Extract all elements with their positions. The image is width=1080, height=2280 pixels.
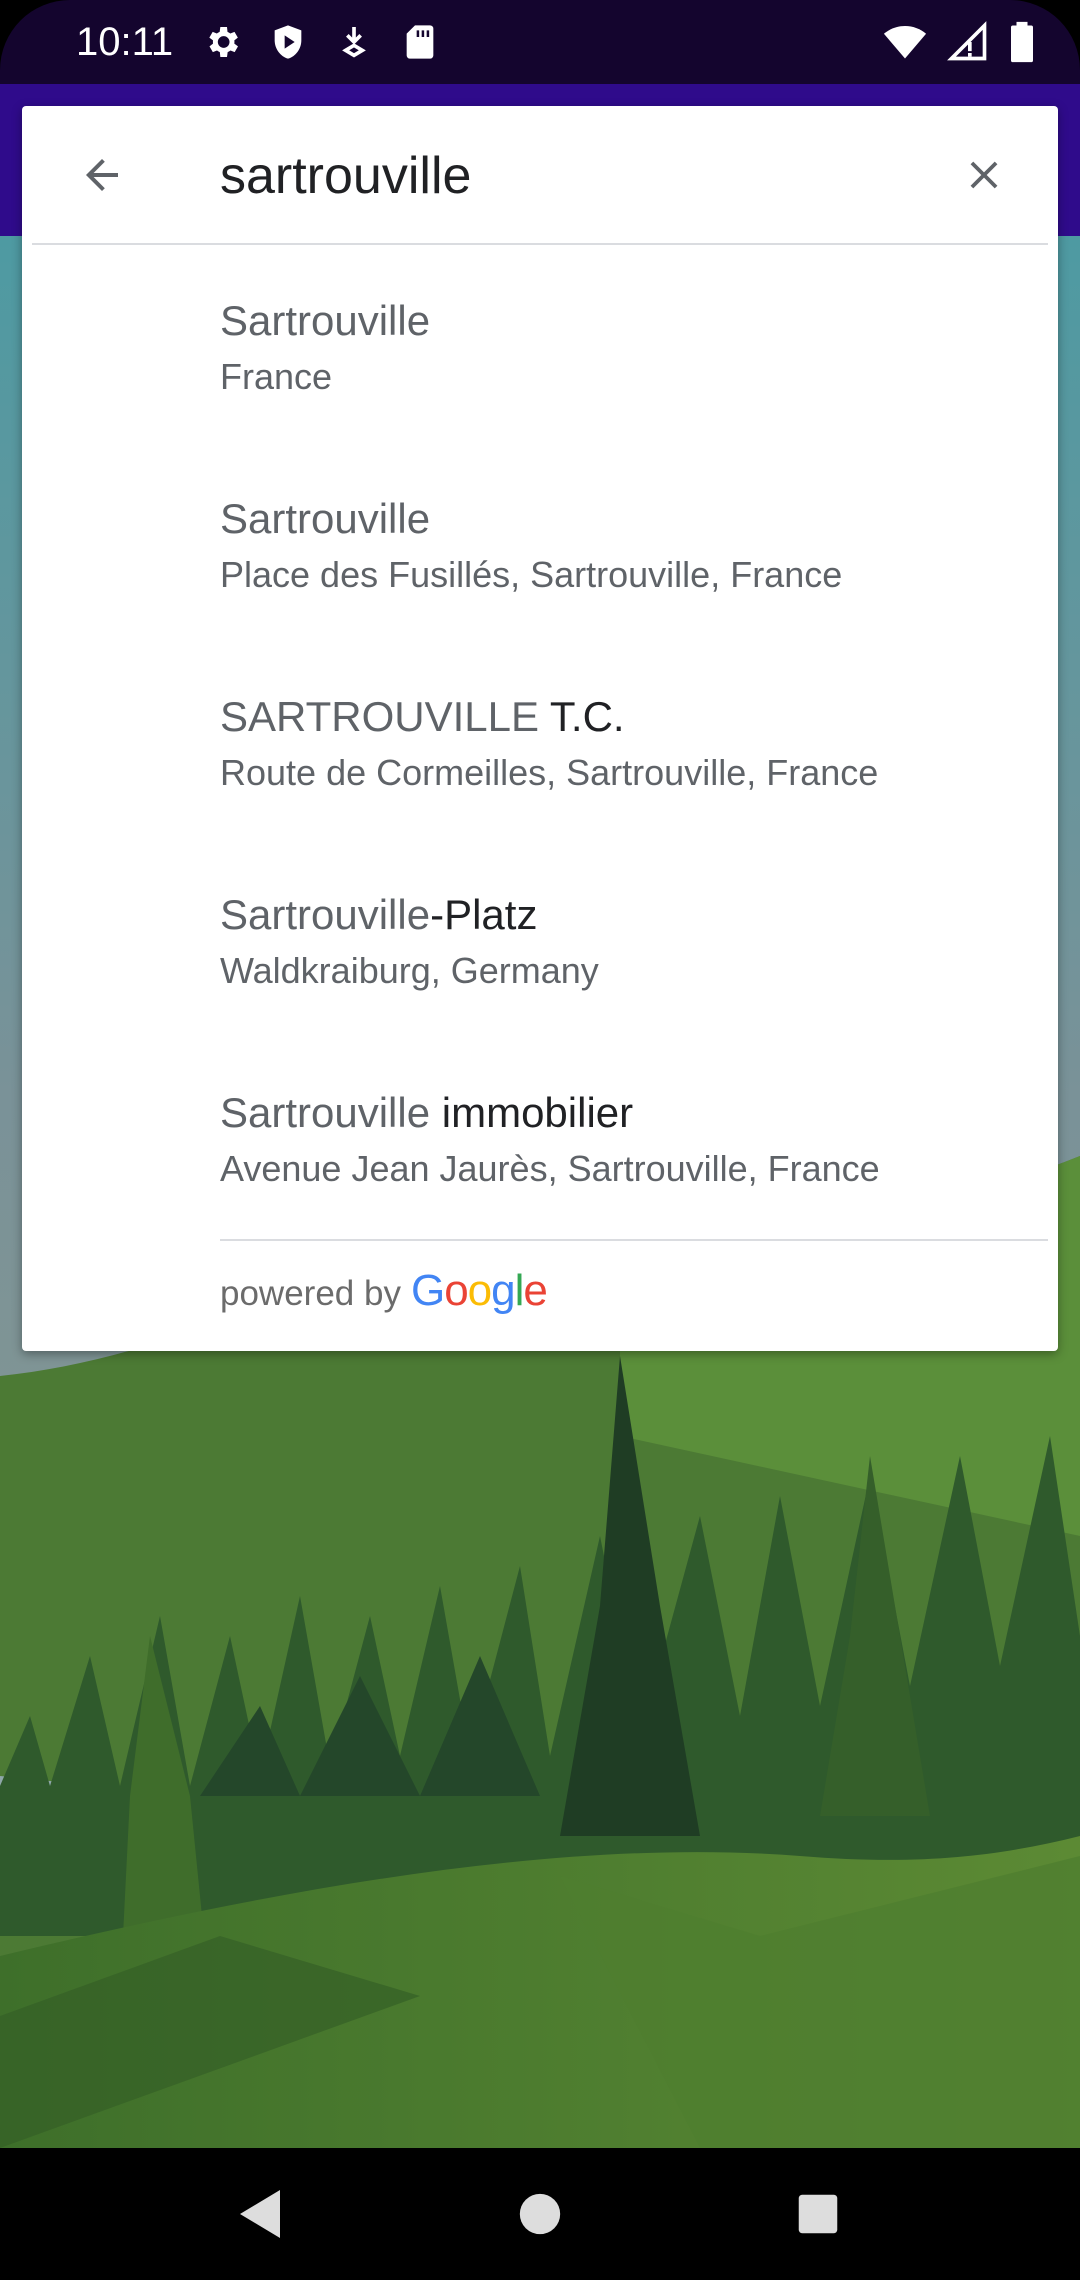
result-title-match: SARTROUVILLE	[220, 693, 539, 740]
result-title: SARTROUVILLE T.C.	[220, 691, 625, 743]
result-item[interactable]: SARTROUVILLE T.C. Route de Cormeilles, S…	[220, 642, 1020, 840]
battery-icon	[1006, 20, 1038, 64]
powered-by-text: powered by	[220, 1274, 401, 1313]
google-logo: Google	[410, 1266, 548, 1316]
result-title-rest: -Platz	[430, 891, 538, 938]
google-logo-letter: g	[491, 1266, 516, 1315]
place-autocomplete-card: Sartrouville France Sartrouville Place d…	[22, 106, 1058, 1351]
google-logo-letter: G	[410, 1266, 445, 1315]
result-subtitle: Route de Cormeilles, Sartrouville, Franc…	[220, 752, 879, 793]
sd-card-icon	[400, 20, 440, 64]
nav-recents-icon[interactable]	[786, 2182, 850, 2246]
close-icon[interactable]	[952, 143, 1016, 207]
status-icons-right	[880, 20, 1038, 64]
search-bar	[22, 106, 1058, 244]
result-title-match: Sartrouville	[220, 891, 431, 938]
result-title-rest: T.C.	[539, 693, 625, 740]
shield-icon	[268, 20, 308, 64]
search-input[interactable]	[220, 136, 940, 216]
result-title-match: Sartrouville	[220, 297, 431, 344]
status-time: 10:11	[76, 20, 174, 64]
result-item[interactable]: Sartrouville France	[220, 246, 1020, 444]
result-item[interactable]: Sartrouville immobilier Avenue Jean Jaur…	[220, 1038, 1020, 1236]
result-item[interactable]: Sartrouville-Platz Waldkraiburg, Germany	[220, 840, 1020, 1038]
google-logo-letter: o	[444, 1266, 469, 1315]
result-title: Sartrouville	[220, 493, 430, 545]
signal-icon	[946, 20, 990, 64]
google-logo-letter: e	[523, 1266, 548, 1315]
result-title: Sartrouville immobilier	[220, 1087, 633, 1139]
back-arrow-icon[interactable]	[70, 143, 134, 207]
result-item[interactable]: Sartrouville Place des Fusillés, Sartrou…	[220, 444, 1020, 642]
download-icon	[334, 20, 374, 64]
wifi-icon	[880, 20, 930, 64]
nav-home-icon[interactable]	[508, 2182, 572, 2246]
screen: 10:11 sartrouville Sartrouville France S…	[0, 0, 1080, 2280]
result-title: Sartrouville-Platz	[220, 889, 537, 941]
result-title-match: Sartrouville	[220, 1089, 431, 1136]
result-title-match: Sartrouville	[220, 495, 431, 542]
navigation-bar	[0, 2148, 1080, 2280]
result-subtitle: Waldkraiburg, Germany	[220, 950, 599, 991]
result-subtitle: Place des Fusillés, Sartrouville, France	[220, 554, 843, 595]
result-subtitle: France	[220, 356, 333, 397]
google-logo-letter: o	[467, 1266, 493, 1315]
status-bar: 10:11	[0, 0, 1080, 84]
result-title: Sartrouville	[220, 295, 430, 347]
nav-back-icon[interactable]	[228, 2182, 292, 2246]
status-icons-left	[202, 20, 440, 64]
powered-by-google: powered by Google	[220, 1266, 548, 1326]
search-divider	[32, 243, 1048, 245]
result-title-rest: immobilier	[430, 1089, 634, 1136]
attribution-divider	[220, 1239, 1048, 1241]
result-subtitle: Avenue Jean Jaurès, Sartrouville, France	[220, 1148, 880, 1189]
settings-icon	[202, 20, 242, 64]
